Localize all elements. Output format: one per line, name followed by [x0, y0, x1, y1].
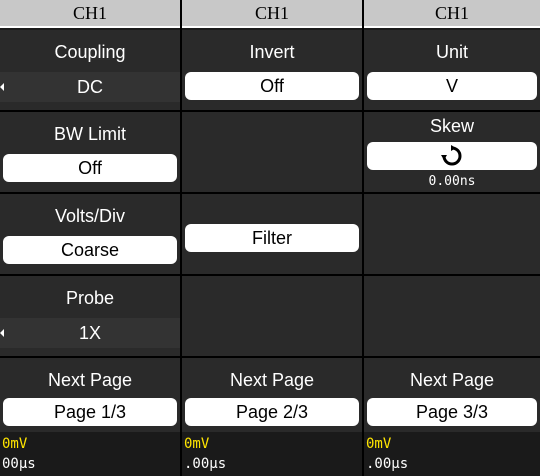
invert-menu-item[interactable]: Invert Off	[182, 30, 362, 110]
next-page-label: Next Page	[229, 370, 315, 390]
volts-div-label: Volts/Div	[54, 206, 126, 226]
rotate-icon	[441, 145, 462, 166]
bw-limit-value[interactable]: Off	[3, 154, 177, 182]
probe-label: Probe	[65, 288, 115, 308]
bw-limit-label: BW Limit	[54, 124, 126, 144]
status-voltage: 0mV	[366, 436, 392, 452]
unit-menu-item[interactable]: Unit V	[364, 30, 540, 110]
status-time: 00μs	[2, 456, 36, 472]
left-arrow-icon	[0, 83, 4, 91]
empty-menu-item	[364, 194, 540, 274]
status-time: .00μs	[184, 456, 227, 472]
menu-panel-page-3: CH1 Unit V Skew 0.00ns Next Page Page 3/…	[364, 0, 540, 476]
skew-adjust-knob[interactable]	[367, 142, 537, 170]
status-voltage: 0mV	[2, 436, 28, 452]
coupling-menu-item[interactable]: Coupling DC	[0, 30, 180, 110]
status-bar: 0mV .00μs	[182, 432, 362, 476]
channel-header: CH1	[0, 0, 180, 28]
page-indicator[interactable]: Page 3/3	[367, 398, 537, 426]
unit-value[interactable]: V	[367, 72, 537, 100]
status-voltage: 0mV	[184, 436, 210, 452]
status-bar: 0mV 00μs	[0, 432, 180, 476]
coupling-label: Coupling	[54, 42, 126, 62]
volts-div-value[interactable]: Coarse	[3, 236, 177, 264]
next-page-label: Next Page	[47, 370, 133, 390]
invert-value[interactable]: Off	[185, 72, 359, 100]
next-page-menu-item[interactable]: Next Page Page 2/3	[182, 358, 362, 438]
channel-header: CH1	[182, 0, 362, 28]
status-bar: 0mV .00μs	[364, 432, 540, 476]
filter-button[interactable]: Filter	[185, 224, 359, 252]
invert-label: Invert	[249, 42, 295, 62]
next-page-menu-item[interactable]: Next Page Page 3/3	[364, 358, 540, 438]
bw-limit-menu-item[interactable]: BW Limit Off	[0, 112, 180, 192]
menu-panel-page-1: CH1 Coupling DC BW Limit Off Volts/Div C…	[0, 0, 180, 476]
filter-menu-item[interactable]: Filter	[182, 194, 362, 274]
probe-value[interactable]: 1X	[0, 318, 180, 348]
left-arrow-icon	[0, 329, 4, 337]
skew-label: Skew	[429, 116, 474, 136]
status-time: .00μs	[366, 456, 409, 472]
empty-menu-item	[182, 112, 362, 192]
probe-menu-item[interactable]: Probe 1X	[0, 276, 180, 356]
next-page-menu-item[interactable]: Next Page Page 1/3	[0, 358, 180, 438]
skew-menu-item[interactable]: Skew 0.00ns	[364, 112, 540, 192]
skew-value: 0.00ns	[428, 174, 476, 189]
channel-header: CH1	[364, 0, 540, 28]
menu-panel-page-2: CH1 Invert Off Filter Next Page Page 2/3…	[182, 0, 362, 476]
unit-label: Unit	[435, 42, 468, 62]
empty-menu-item	[364, 276, 540, 356]
empty-menu-item	[182, 276, 362, 356]
coupling-value[interactable]: DC	[0, 72, 180, 102]
next-page-label: Next Page	[409, 370, 495, 390]
volts-div-menu-item[interactable]: Volts/Div Coarse	[0, 194, 180, 274]
page-indicator[interactable]: Page 1/3	[3, 398, 177, 426]
page-indicator[interactable]: Page 2/3	[185, 398, 359, 426]
